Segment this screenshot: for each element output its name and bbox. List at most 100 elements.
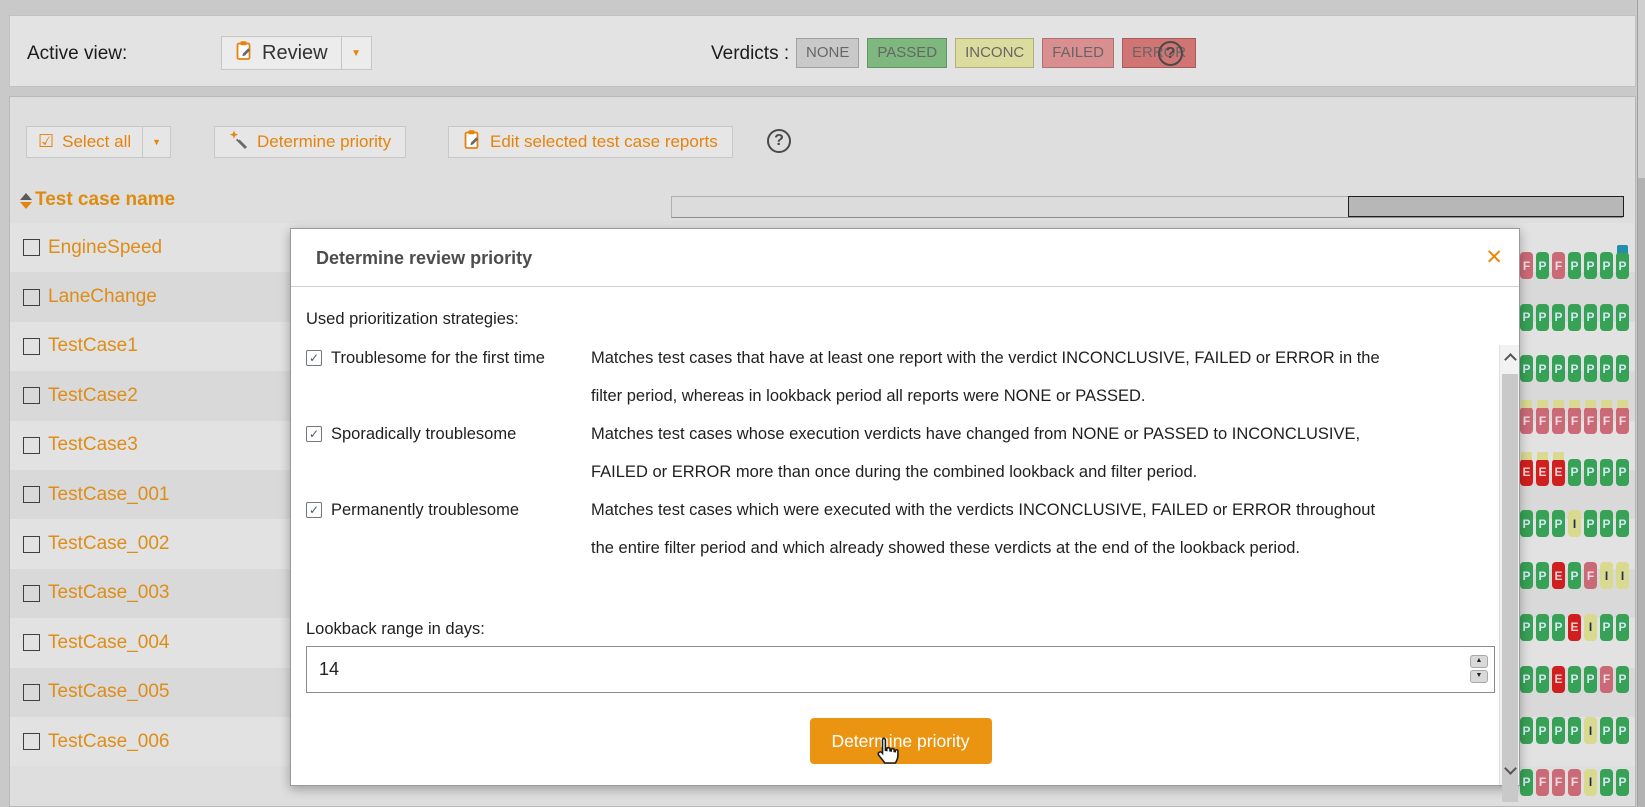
horizontal-scrollbar-thumb[interactable] [1348,196,1624,217]
select-all-split-button[interactable]: ☑ Select all ▼ [26,126,172,158]
verdict-chip[interactable]: P [1616,355,1629,383]
verdict-chip[interactable]: F [1536,400,1549,435]
testcase-link[interactable]: EngineSpeed [48,237,162,259]
verdict-chip[interactable]: F [1552,400,1565,435]
verdict-chip[interactable]: P [1520,510,1533,538]
verdict-chip[interactable]: P [1600,355,1613,383]
testcase-link[interactable]: TestCase3 [48,434,138,456]
verdict-chip[interactable]: P [1568,458,1581,486]
verdict-chip[interactable]: P [1600,717,1613,745]
help-icon[interactable]: ? [767,129,791,153]
select-all-button[interactable]: ☑ Select all [27,127,142,157]
verdict-chip[interactable]: P [1584,458,1597,486]
verdict-chip[interactable]: F [1568,768,1581,796]
verdict-chip[interactable]: F [1584,400,1597,435]
spinner-down-button[interactable]: ▼ [1470,670,1488,683]
verdict-chip[interactable]: P [1616,613,1629,641]
verdict-chip[interactable]: P [1584,510,1597,538]
strategy-checkbox[interactable] [306,426,322,442]
verdict-chip[interactable]: P [1600,613,1613,641]
verdict-chip[interactable]: P [1536,303,1549,331]
verdict-chip[interactable]: P [1520,562,1533,590]
verdict-chip[interactable]: P [1600,458,1613,486]
verdict-chip[interactable]: P [1536,510,1549,538]
verdict-chip[interactable]: P [1520,717,1533,745]
row-checkbox[interactable] [23,634,40,652]
testcase-link[interactable]: TestCase2 [48,385,138,407]
verdict-chip[interactable]: P [1536,355,1549,383]
verdict-chip[interactable]: F [1520,252,1533,279]
verdict-chip[interactable]: P [1600,252,1613,279]
verdict-chip[interactable]: P [1584,355,1597,383]
row-checkbox[interactable] [23,733,40,751]
row-checkbox[interactable] [23,683,40,701]
testcase-name-column-header[interactable]: Test case name [35,189,175,211]
verdict-chip[interactable]: P [1600,303,1613,331]
verdict-chip[interactable]: F [1552,768,1565,796]
verdict-chip[interactable]: P [1584,665,1597,693]
verdict-chip[interactable]: F [1616,400,1629,435]
verdict-chip[interactable]: I [1584,768,1597,796]
verdict-chip[interactable]: E [1568,613,1581,641]
verdict-chip[interactable]: P [1552,510,1565,538]
verdict-chip[interactable]: I [1568,510,1581,538]
row-checkbox[interactable] [23,535,40,553]
page-scrollbar-thumb[interactable] [1638,178,1645,807]
verdict-chip[interactable]: E [1552,451,1565,486]
verdict-chip[interactable]: I [1600,562,1613,590]
testcase-link[interactable]: TestCase_005 [48,681,169,703]
verdict-chip[interactable]: P [1568,562,1581,590]
verdict-chip[interactable]: P [1568,665,1581,693]
verdict-chip[interactable]: P [1552,355,1565,383]
verdict-chip[interactable]: P [1536,252,1549,279]
verdict-chip[interactable]: P [1568,252,1581,279]
verdict-chip[interactable]: P [1536,717,1549,745]
verdict-chip[interactable]: P [1600,768,1613,796]
dialog-scrollbar[interactable] [1499,345,1519,802]
verdict-chip[interactable]: P [1520,613,1533,641]
view-dropdown-arrow[interactable]: ▼ [341,36,372,70]
testcase-link[interactable]: LaneChange [48,286,157,308]
verdict-chip[interactable]: F [1552,252,1565,279]
determine-priority-toolbar-button[interactable]: Determine priority [214,126,407,158]
verdict-chip[interactable]: P [1584,303,1597,331]
verdict-chip[interactable]: P [1568,303,1581,331]
verdict-chip[interactable]: P [1568,717,1581,745]
verdict-chip[interactable]: F [1600,665,1613,693]
scroll-up-button[interactable] [1502,347,1518,369]
horizontal-scrollbar[interactable] [671,196,1624,218]
verdict-chip[interactable]: P [1616,665,1629,693]
verdict-chip[interactable]: F [1520,400,1533,435]
verdict-chip[interactable]: F [1568,400,1581,435]
row-checkbox[interactable] [23,337,40,355]
row-checkbox[interactable] [23,239,40,257]
sort-icon[interactable] [20,193,32,209]
verdict-chip[interactable]: P [1552,303,1565,331]
verdict-chip[interactable]: E [1536,451,1549,486]
verdict-chip[interactable]: F [1584,562,1597,590]
verdict-chip[interactable]: P [1552,613,1565,641]
select-all-dropdown-arrow[interactable]: ▼ [142,127,170,157]
verdict-chip[interactable]: I [1584,613,1597,641]
close-icon[interactable]: ✕ [1485,245,1503,269]
lookback-range-input[interactable] [306,646,1495,693]
verdict-chip[interactable]: P [1600,510,1613,538]
verdict-chip[interactable]: P [1536,562,1549,590]
verdict-chip[interactable]: I [1616,562,1629,590]
edit-reports-button[interactable]: Edit selected test case reports [448,126,733,158]
testcase-link[interactable]: TestCase_002 [48,533,169,555]
testcase-link[interactable]: TestCase1 [48,335,138,357]
testcase-link[interactable]: TestCase_004 [48,632,169,654]
verdict-chip[interactable]: E [1552,665,1565,693]
verdict-chip[interactable]: P [1568,355,1581,383]
verdict-chip[interactable]: P [1552,717,1565,745]
active-view-dropdown[interactable]: Review ▼ [221,36,372,70]
verdict-chip[interactable]: P [1536,665,1549,693]
verdict-chip[interactable]: E [1552,562,1565,590]
verdict-chip[interactable]: P [1520,768,1533,796]
verdict-chip[interactable]: P [1520,303,1533,331]
scroll-down-button[interactable] [1502,760,1518,782]
verdict-chip[interactable]: P [1616,458,1629,486]
testcase-link[interactable]: TestCase_001 [48,484,169,506]
testcase-link[interactable]: TestCase_006 [48,731,169,753]
